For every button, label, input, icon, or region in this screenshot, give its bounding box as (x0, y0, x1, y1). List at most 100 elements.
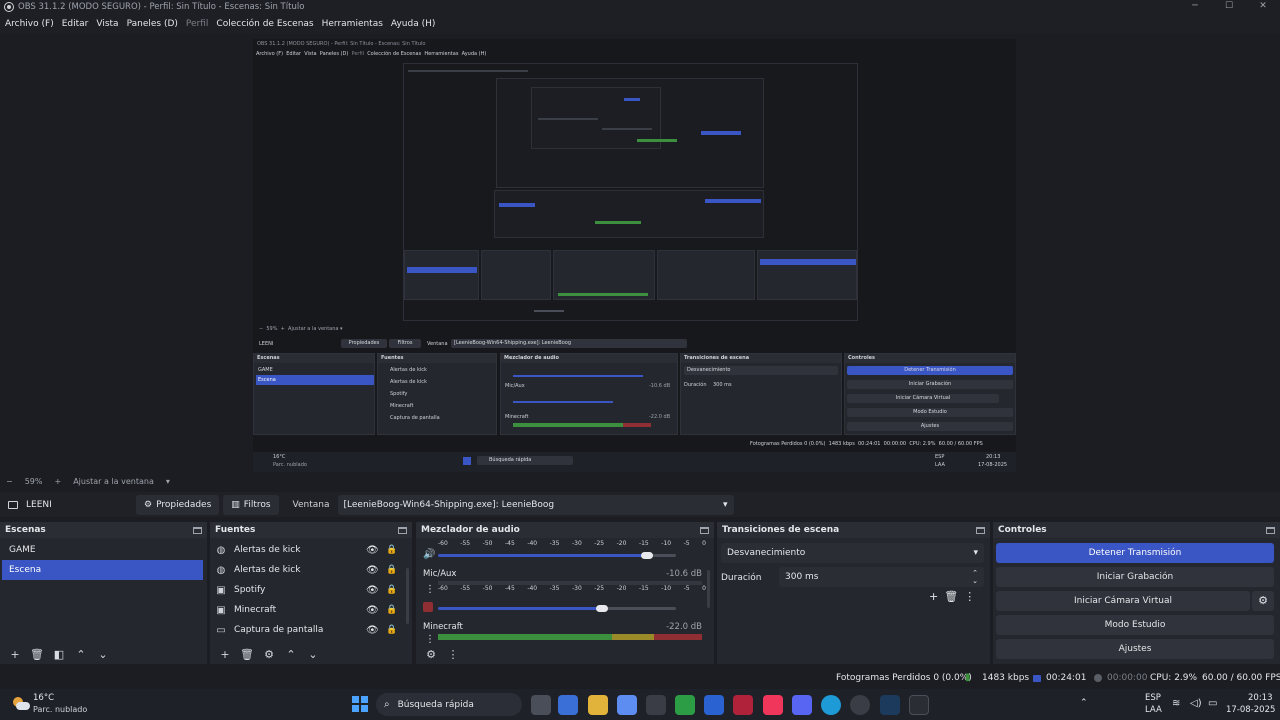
windows-start-icon[interactable] (352, 696, 368, 712)
app-icon[interactable] (704, 695, 724, 715)
discord-icon[interactable] (792, 695, 812, 715)
trash-icon[interactable]: 🗑 (944, 590, 958, 603)
close-button[interactable]: ✕ (1246, 0, 1280, 14)
sources-scrollbar[interactable] (406, 568, 409, 624)
app-icon[interactable] (733, 695, 753, 715)
properties-button[interactable]: ⚙ Propiedades (136, 494, 220, 515)
obs-icon[interactable] (850, 695, 870, 715)
menu-perfil[interactable]: Perfil (183, 19, 212, 29)
lock-icon[interactable]: 🔒 (386, 605, 397, 615)
minimize-button[interactable]: ─ (1178, 0, 1212, 14)
lock-icon[interactable]: 🔒 (386, 585, 397, 595)
mic-volume-slider[interactable] (438, 607, 602, 610)
move-up-icon[interactable]: ⌃ (70, 648, 92, 661)
lock-icon[interactable]: 🔒 (386, 625, 397, 635)
undock-icon[interactable] (976, 526, 985, 534)
muted-mic-icon[interactable] (423, 602, 433, 612)
scene-item-game[interactable]: GAME (2, 540, 203, 560)
more-options-icon[interactable]: ⋮ (425, 584, 435, 595)
more-options-icon[interactable]: ⋮ (964, 590, 975, 603)
task-view-icon[interactable] (531, 695, 551, 715)
music-icon[interactable] (763, 695, 783, 715)
undock-icon[interactable] (398, 526, 407, 534)
store-icon[interactable] (617, 695, 637, 715)
zoom-in-button[interactable]: + (54, 477, 61, 486)
volume-icon[interactable]: ◁) (1190, 698, 1202, 709)
copilot-icon[interactable] (558, 695, 578, 715)
steam-icon[interactable] (880, 695, 900, 715)
maximize-button[interactable]: ☐ (1212, 0, 1246, 14)
edge-icon[interactable] (821, 695, 841, 715)
eye-icon[interactable]: 👁 (366, 625, 379, 636)
duration-spinbox[interactable]: 300 ms ⌃ ⌄ (779, 567, 984, 587)
menu-archivo[interactable]: Archivo (F) (2, 19, 57, 29)
speaker-icon[interactable]: 🔊 (423, 549, 435, 560)
menu-herramientas[interactable]: Herramientas (319, 19, 386, 29)
duration-value: 300 ms (785, 572, 819, 582)
lock-icon[interactable]: 🔒 (386, 565, 397, 575)
zoom-out-button[interactable]: − (6, 477, 13, 486)
mixer-scrollbar[interactable] (707, 570, 710, 608)
tray-chevron-icon[interactable]: ⌃ (1080, 698, 1088, 708)
lock-icon[interactable]: 🔒 (386, 545, 397, 555)
settings-button[interactable]: Ajustes (996, 639, 1274, 659)
studio-mode-button[interactable]: Modo Estudio (996, 615, 1274, 635)
wifi-icon[interactable]: ≋ (1172, 698, 1180, 709)
battery-icon[interactable]: ▭ (1208, 698, 1217, 709)
trash-icon[interactable]: 🗑 (26, 648, 48, 661)
advanced-audio-icon[interactable]: ⚙ (420, 648, 442, 661)
stop-stream-button[interactable]: Detener Transmisión (996, 543, 1274, 563)
add-source-icon[interactable]: + (214, 648, 236, 661)
virtual-cam-settings-icon[interactable]: ⚙ (1252, 591, 1274, 611)
source-item[interactable]: ▭ Captura de pantalla 👁 🔒 (210, 620, 412, 640)
more-options-icon[interactable]: ⋮ (442, 648, 464, 661)
start-virtual-cam-button[interactable]: Iniciar Cámara Virtual (996, 591, 1250, 611)
eye-icon[interactable]: 👁 (366, 605, 379, 616)
source-item[interactable]: ▣ Spotify 👁 🔒 (210, 580, 412, 600)
volume-knob[interactable] (596, 605, 608, 612)
trash-icon[interactable]: 🗑 (236, 648, 258, 661)
move-up-icon[interactable]: ⌃ (280, 648, 302, 661)
source-item[interactable]: ◍ Alertas de kick 👁 🔒 (210, 540, 412, 560)
window-select[interactable]: [LeenieBoog-Win64-Shipping.exe]: LeenieB… (337, 494, 734, 515)
menu-ayuda[interactable]: Ayuda (H) (388, 19, 438, 29)
undock-icon[interactable] (700, 526, 709, 534)
source-item[interactable]: ▣ Minecraft 👁 🔒 (210, 600, 412, 620)
menu-paneles[interactable]: Paneles (D) (124, 19, 181, 29)
language-layout[interactable]: LAA (1145, 705, 1162, 715)
transition-select[interactable]: Desvanecimiento ▾ (721, 543, 984, 563)
language[interactable]: ESP (1145, 693, 1161, 703)
spin-arrows-icon[interactable]: ⌃ ⌄ (972, 569, 978, 585)
desktop-volume-slider[interactable] (438, 554, 647, 557)
menu-vista[interactable]: Vista (93, 19, 121, 29)
source-item[interactable]: ◍ Alertas de kick 👁 🔒 (210, 560, 412, 580)
start-recording-button[interactable]: Iniciar Grabación (996, 567, 1274, 587)
file-explorer-icon[interactable] (588, 695, 608, 715)
move-down-icon[interactable]: ⌄ (302, 648, 324, 661)
xbox-icon[interactable] (675, 695, 695, 715)
volume-knob[interactable] (641, 552, 653, 559)
clock-date[interactable]: 17-08-2025 (1226, 705, 1275, 715)
eye-icon[interactable]: 👁 (366, 545, 379, 556)
move-down-icon[interactable]: ⌄ (92, 648, 114, 661)
stream-preview[interactable]: OBS 31.1.2 (MODO SEGURO) - Perfil: Sin T… (253, 39, 1016, 472)
undock-icon[interactable] (193, 526, 202, 534)
weather-icon[interactable] (11, 693, 31, 713)
eye-icon[interactable]: 👁 (366, 585, 379, 596)
taskbar-search[interactable]: ⌕ Búsqueda rápida (376, 693, 522, 716)
terminal-icon[interactable] (909, 695, 929, 715)
scene-item-escena[interactable]: Escena (2, 560, 203, 580)
menu-coleccion-escenas[interactable]: Colección de Escenas (213, 19, 316, 29)
filters-button[interactable]: ▥ Filtros (223, 494, 279, 515)
add-scene-icon[interactable]: + (4, 648, 26, 661)
clock-time[interactable]: 20:13 (1248, 693, 1273, 703)
scene-filters-icon[interactable]: ◧ (48, 648, 70, 661)
undock-icon[interactable] (1266, 526, 1275, 534)
app-icon[interactable] (646, 695, 666, 715)
fit-dropdown-icon[interactable]: ▾ (166, 477, 170, 486)
add-transition-icon[interactable]: + (929, 590, 938, 603)
menu-editar[interactable]: Editar (59, 19, 92, 29)
eye-icon[interactable]: 👁 (366, 565, 379, 576)
fit-to-window-label[interactable]: Ajustar a la ventana (73, 477, 154, 486)
gear-icon[interactable]: ⚙ (258, 648, 280, 661)
